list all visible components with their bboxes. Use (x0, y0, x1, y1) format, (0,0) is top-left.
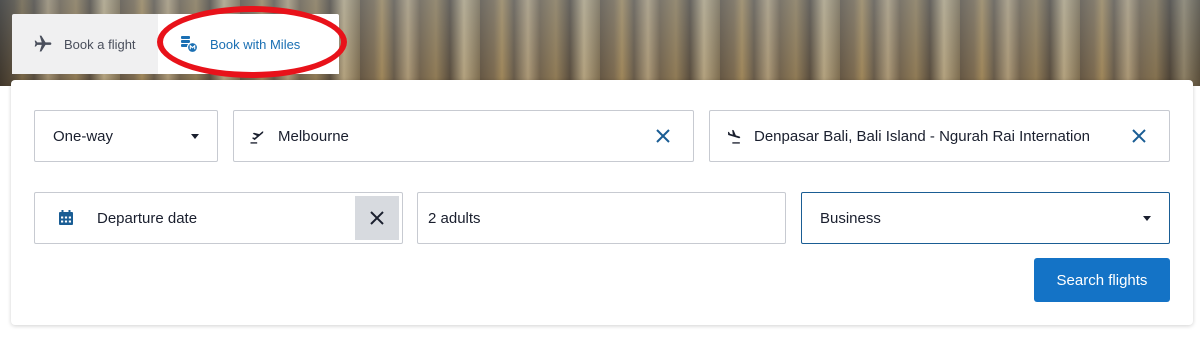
miles-coins-icon (178, 33, 200, 55)
calendar-icon (57, 209, 75, 227)
passengers-value: 2 adults (428, 209, 481, 227)
tab-book-a-flight[interactable]: Book a flight (12, 14, 158, 74)
destination-value: Denpasar Bali, Bali Island - Ngurah Rai … (754, 127, 1091, 145)
airplane-icon (32, 33, 54, 55)
clear-date-button[interactable] (355, 196, 399, 240)
takeoff-icon (248, 126, 268, 146)
departure-date-field[interactable]: Departure date (34, 192, 403, 244)
departure-date-placeholder: Departure date (97, 209, 198, 227)
caret-down-icon (1143, 215, 1151, 221)
passengers-field[interactable]: 2 adults (417, 192, 786, 244)
trip-type-select[interactable]: One-way (34, 110, 218, 162)
tab-label: Book with Miles (210, 36, 301, 52)
origin-value: Melbourne (278, 127, 349, 145)
booking-tabs: Book a flight Book with Miles (12, 14, 339, 74)
caret-down-icon (191, 133, 199, 139)
tab-book-with-miles[interactable]: Book with Miles (158, 14, 339, 74)
destination-field[interactable]: Denpasar Bali, Bali Island - Ngurah Rai … (709, 110, 1170, 162)
trip-type-value: One-way (53, 127, 114, 145)
origin-field[interactable]: Melbourne (233, 110, 694, 162)
landing-icon (724, 126, 744, 146)
search-flights-button[interactable]: Search flights (1034, 258, 1170, 302)
close-icon (370, 211, 384, 225)
close-icon (656, 129, 670, 143)
flight-search-form: One-way Melbourne Denpasar Bali, Bali Is… (11, 80, 1193, 325)
cabin-class-value: Business (820, 209, 881, 227)
clear-destination-button[interactable] (1123, 120, 1155, 152)
cabin-class-select[interactable]: Business (801, 192, 1170, 244)
tab-label: Book a flight (64, 36, 136, 52)
clear-origin-button[interactable] (647, 120, 679, 152)
close-icon (1132, 129, 1146, 143)
